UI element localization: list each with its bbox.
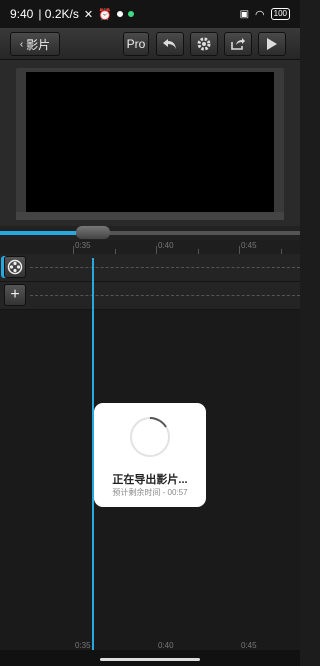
ruler-tick bbox=[239, 246, 240, 254]
wifi-icon: ◠ bbox=[255, 8, 265, 21]
gear-icon bbox=[197, 37, 211, 51]
home-gesture-handle[interactable] bbox=[100, 658, 200, 661]
back-button-label: 影片 bbox=[26, 37, 51, 52]
ruler-label: 0:35 bbox=[75, 641, 91, 650]
film-reel-icon bbox=[7, 259, 23, 275]
notification-dot-icon bbox=[116, 11, 123, 17]
sim-icon: ▣ bbox=[239, 8, 250, 20]
pro-button[interactable]: Pro bbox=[123, 32, 149, 56]
status-bar: 9:40 | 0.2K/s ✕ ⏰ ▣ ◠ 100 bbox=[0, 0, 300, 28]
chevron-left-icon: ‹ bbox=[19, 38, 24, 50]
track-placeholder-line bbox=[30, 295, 300, 296]
ruler-tick bbox=[156, 246, 157, 254]
ruler-label: 0:40 bbox=[158, 641, 174, 650]
share-button[interactable] bbox=[224, 32, 252, 56]
play-icon bbox=[267, 38, 277, 50]
preview-monitor-frame bbox=[16, 68, 284, 220]
empty-track[interactable]: + bbox=[0, 282, 300, 310]
app-indicator-icon bbox=[127, 11, 134, 17]
timeline-ruler-top: 0:35 0:40 0:45 bbox=[0, 240, 300, 254]
export-progress-dialog: 正在导出影片... 预计剩余时间 - 00:57 bbox=[94, 403, 206, 507]
ruler-tick bbox=[73, 246, 74, 254]
alarm-icon: ⏰ bbox=[98, 8, 112, 21]
playback-scrubber[interactable] bbox=[0, 226, 300, 240]
plus-icon: + bbox=[10, 286, 20, 303]
back-button[interactable]: ‹ 影片 bbox=[10, 32, 60, 56]
track-placeholder-line bbox=[30, 267, 300, 268]
export-status-title: 正在导出影片... bbox=[112, 474, 188, 486]
ruler-label: 0:45 bbox=[241, 641, 257, 650]
share-icon bbox=[231, 38, 245, 50]
undo-button[interactable] bbox=[156, 32, 184, 56]
scrubber-handle[interactable] bbox=[76, 226, 110, 239]
loading-spinner-icon bbox=[130, 417, 170, 457]
ruler-label: 0:40 bbox=[158, 241, 174, 250]
pro-button-label: Pro bbox=[126, 37, 146, 51]
video-track[interactable] bbox=[0, 254, 300, 282]
export-time-remaining: 预计剩余时间 - 00:57 bbox=[112, 488, 188, 497]
video-preview-screen[interactable] bbox=[26, 72, 274, 212]
battery-icon: 100 bbox=[270, 8, 290, 20]
add-video-button[interactable] bbox=[4, 256, 26, 278]
play-button[interactable] bbox=[258, 32, 286, 56]
scrubber-progress bbox=[0, 231, 82, 235]
ruler-label: 0:45 bbox=[241, 241, 257, 250]
add-track-button[interactable]: + bbox=[4, 284, 26, 306]
ruler-label: 0:35 bbox=[75, 241, 91, 250]
preview-area bbox=[0, 60, 300, 228]
settings-button[interactable] bbox=[190, 32, 218, 56]
top-toolbar: ‹ 影片 Pro bbox=[0, 28, 300, 60]
system-nav-bar bbox=[0, 650, 300, 666]
status-time: 9:40 bbox=[10, 7, 34, 21]
monitor-base bbox=[16, 212, 284, 220]
app-root: 9:40 | 0.2K/s ✕ ⏰ ▣ ◠ 100 ‹ 影片 Pro 0:35 … bbox=[0, 0, 300, 666]
undo-icon bbox=[163, 39, 176, 49]
mute-icon: ✕ bbox=[83, 8, 94, 21]
status-network-speed: | 0.2K/s bbox=[38, 7, 79, 21]
